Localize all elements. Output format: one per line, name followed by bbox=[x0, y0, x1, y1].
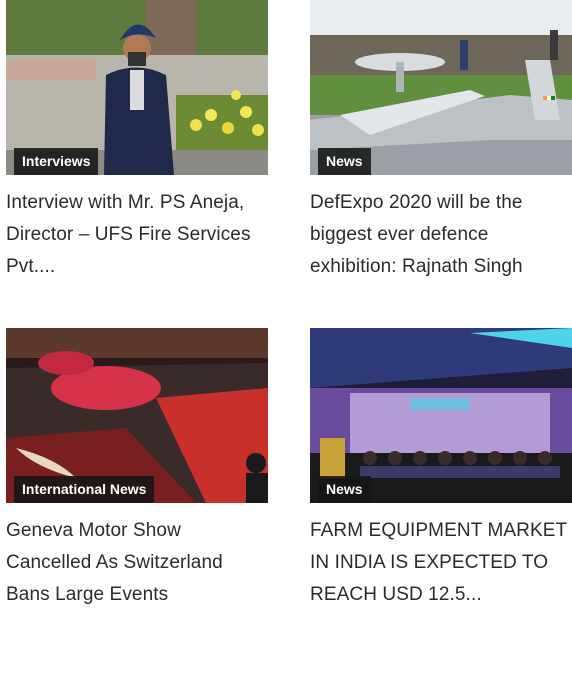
article-title[interactable]: FARM EQUIPMENT MARKET IN INDIA IS EXPECT… bbox=[310, 515, 572, 611]
article-title[interactable]: DefExpo 2020 will be the biggest ever de… bbox=[310, 187, 572, 283]
article-thumbnail[interactable]: International News bbox=[6, 328, 268, 503]
article-thumbnail[interactable]: News bbox=[310, 0, 572, 175]
article-card[interactable]: News FARM EQUIPMENT MARKET IN INDIA IS E… bbox=[310, 328, 572, 611]
article-card[interactable]: Interviews Interview with Mr. PS Aneja, … bbox=[6, 0, 268, 283]
category-badge[interactable]: News bbox=[318, 476, 371, 503]
category-badge[interactable]: News bbox=[318, 148, 371, 175]
article-card[interactable]: International News Geneva Motor Show Can… bbox=[6, 328, 268, 611]
article-title[interactable]: Geneva Motor Show Cancelled As Switzerla… bbox=[6, 515, 268, 611]
article-thumbnail[interactable]: News bbox=[310, 328, 572, 503]
article-title[interactable]: Interview with Mr. PS Aneja, Director – … bbox=[6, 187, 268, 283]
article-thumbnail[interactable]: Interviews bbox=[6, 0, 268, 175]
article-card[interactable]: News DefExpo 2020 will be the biggest ev… bbox=[310, 0, 572, 283]
category-badge[interactable]: Interviews bbox=[14, 148, 99, 175]
category-badge[interactable]: International News bbox=[14, 476, 155, 503]
